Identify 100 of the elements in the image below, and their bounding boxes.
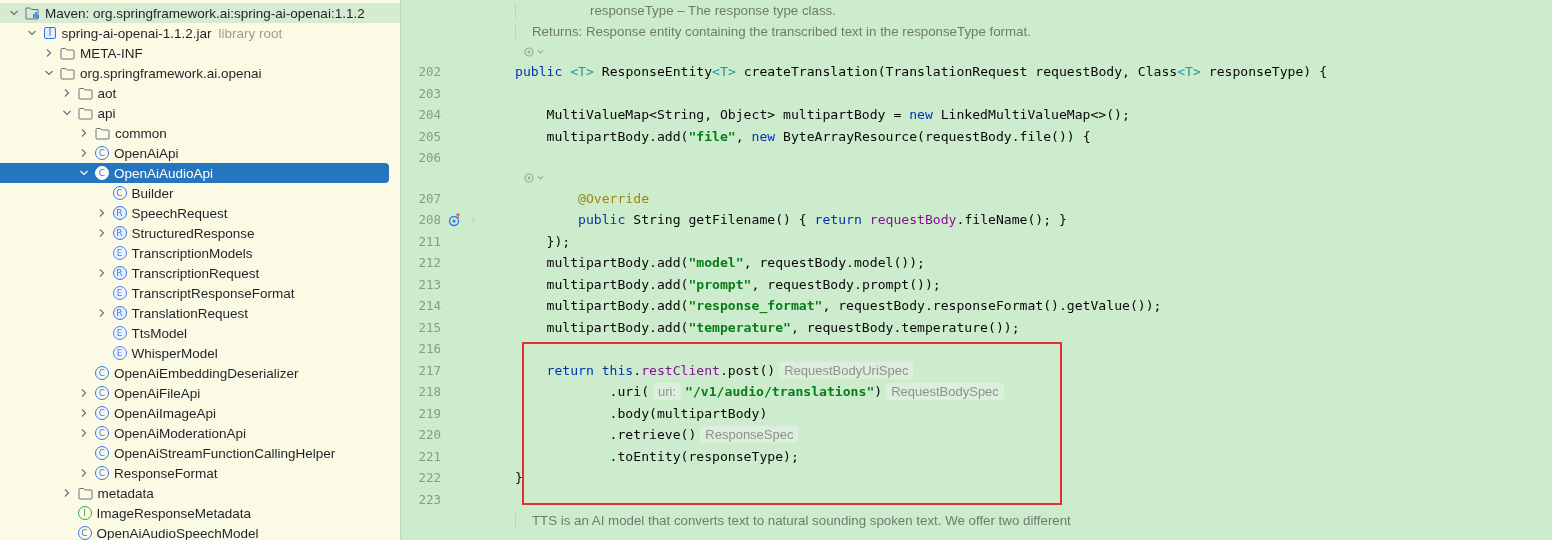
- tree-item-label: OpenAiStreamFunctionCallingHelper: [114, 445, 336, 461]
- chevron-right-icon[interactable]: [79, 468, 89, 478]
- chevron-right-icon[interactable]: [79, 388, 89, 398]
- folder-icon: [77, 106, 93, 120]
- line-number: 204: [417, 107, 441, 123]
- chevron-down-icon[interactable]: [26, 28, 37, 38]
- line-number: 222: [417, 470, 441, 486]
- tree-item-label: OpenAiAudioApi: [114, 165, 214, 181]
- tree-item-label: metadata: [97, 485, 154, 501]
- tree-item[interactable]: C OpenAiAudioApi: [0, 163, 389, 183]
- line-number: 203: [417, 85, 441, 101]
- tree-item-label: TtsModel: [131, 325, 188, 341]
- tree-item[interactable]: C OpenAiEmbeddingDeserializer: [0, 363, 389, 383]
- tree-item-label: OpenAiEmbeddingDeserializer: [114, 365, 299, 381]
- folder-icon: [77, 486, 93, 500]
- tree-item[interactable]: META-INF: [0, 43, 389, 63]
- enum-icon: E: [112, 286, 127, 300]
- inlay-hint: uri:: [653, 383, 682, 401]
- record-icon: R: [112, 306, 127, 320]
- code-text: public <T> ResponseEntity<T> createTranslation(TranslationRequest requestBody, Class<T> responseType) {: [515, 64, 1328, 80]
- tree-item[interactable]: C OpenAiApi: [0, 143, 389, 163]
- folder-icon: [60, 66, 75, 80]
- inlay-hint: ResponseSpec: [700, 426, 799, 444]
- tree-item[interactable]: E TranscriptionModels: [0, 243, 389, 263]
- tree-item[interactable]: C OpenAiImageApi: [0, 403, 389, 423]
- tree-item[interactable]: R StructuredResponse: [0, 223, 389, 243]
- chevron-down-icon[interactable]: [9, 8, 19, 18]
- class-icon: C: [95, 166, 109, 180]
- folder-icon: [60, 46, 75, 60]
- enum-icon: E: [112, 246, 127, 260]
- code-text: multipartBody.add("model", requestBody.model());: [545, 255, 925, 271]
- line-number: 202: [417, 64, 441, 80]
- line-number: 223: [417, 491, 441, 507]
- tree-item-label: SpeechRequest: [131, 205, 228, 221]
- chevron-down-icon[interactable]: [61, 108, 72, 118]
- chevron-right-icon[interactable]: [79, 408, 89, 418]
- tree-item[interactable]: metadata: [0, 483, 389, 503]
- code-text: multipartBody.add("prompt", requestBody.prompt());: [545, 276, 941, 292]
- tree-item[interactable]: E TranscriptResponseFormat: [0, 283, 389, 303]
- tree-item-label: OpenAiAudioSpeechModel: [96, 525, 259, 540]
- line-number: 206: [417, 150, 441, 166]
- code-text: multipartBody.add("temperature", requestBody.temperature());: [545, 319, 1020, 335]
- tree-item[interactable]: Maven: org.springframework.ai:spring-ai-openai:1.1.2: [0, 3, 400, 23]
- enum-icon: E: [112, 326, 127, 340]
- line-number: 217: [417, 362, 441, 378]
- doc-comment: TTS is an AI model that converts text to natural sounding spoken text. We offer two different: [515, 513, 1071, 528]
- tree-item[interactable]: C Builder: [0, 183, 389, 203]
- inlay-hint: RequestBodySpec: [886, 383, 1004, 401]
- tree-item[interactable]: C OpenAiFileApi: [0, 383, 389, 403]
- line-number: 220: [417, 427, 441, 443]
- chevron-down-icon[interactable]: [44, 68, 54, 78]
- tree-item[interactable]: api: [0, 103, 389, 123]
- chevron-right-icon[interactable]: [79, 128, 89, 138]
- tree-item[interactable]: E TtsModel: [0, 323, 389, 343]
- line-number: 218: [417, 384, 441, 400]
- code-text: @Override: [577, 190, 649, 206]
- tree-item-label: ImageResponseMetadata: [96, 505, 252, 521]
- code-text: }: [515, 470, 523, 486]
- line-number: 221: [417, 448, 441, 464]
- tree-item[interactable]: R SpeechRequest: [0, 203, 389, 223]
- code-vision-icon[interactable]: [523, 172, 545, 184]
- tree-item[interactable]: C OpenAiStreamFunctionCallingHelper: [0, 443, 389, 463]
- code-text: });: [545, 233, 571, 249]
- tree-item[interactable]: C ResponseFormat: [0, 463, 389, 483]
- line-number: 213: [417, 276, 441, 292]
- chevron-right-icon[interactable]: [79, 428, 89, 438]
- code-text: .body(multipartBody): [608, 405, 768, 421]
- chevron-right-icon[interactable]: [79, 148, 89, 158]
- tree-item-label: ResponseFormat: [114, 465, 218, 481]
- tree-item[interactable]: I ImageResponseMetadata: [0, 503, 389, 523]
- tree-item-label: aot: [97, 85, 117, 101]
- tree-item[interactable]: C OpenAiModerationApi: [0, 423, 389, 443]
- code-text: public String getFilename() { return requestBody.fileName(); }: [577, 212, 1067, 228]
- record-icon: R: [112, 226, 127, 240]
- tree-item[interactable]: spring-ai-openai-1.1.2.jar library root: [0, 23, 389, 43]
- line-number: 214: [417, 298, 441, 314]
- tree-item[interactable]: aot: [0, 83, 389, 103]
- override-marker-icon[interactable]: [448, 212, 478, 227]
- enum-icon: E: [112, 346, 127, 360]
- code-text: "/v1/audio/translations"): [685, 384, 883, 400]
- doc-comment: Returns: Response entity containing the transcribed text in the responseType format.: [515, 24, 1031, 39]
- chevron-right-icon[interactable]: [44, 48, 54, 58]
- tree-item[interactable]: C OpenAiAudioSpeechModel: [0, 523, 389, 540]
- tree-item[interactable]: E WhisperModel: [0, 343, 389, 363]
- tree-item-label: TranslationRequest: [131, 305, 249, 321]
- tree-item-note: library root: [218, 25, 283, 41]
- tree-item-label: META-INF: [80, 45, 143, 61]
- chevron-down-icon[interactable]: [79, 168, 89, 178]
- tree-item[interactable]: org.springframework.ai.openai: [0, 63, 389, 83]
- code-vision-icon[interactable]: [523, 45, 545, 58]
- record-icon: R: [112, 206, 127, 220]
- tree-item[interactable]: R TranscriptionRequest: [0, 263, 389, 283]
- tree-item[interactable]: common: [0, 123, 389, 143]
- module-icon: [25, 6, 40, 20]
- code-text: .toEntity(responseType);: [608, 448, 799, 464]
- code-text: .retrieve(): [608, 427, 697, 443]
- tree-item[interactable]: R TranslationRequest: [0, 303, 389, 323]
- tree-item-label: OpenAiFileApi: [114, 385, 201, 401]
- line-number: 219: [417, 405, 441, 421]
- tree-item-label: TranscriptionRequest: [131, 265, 260, 281]
